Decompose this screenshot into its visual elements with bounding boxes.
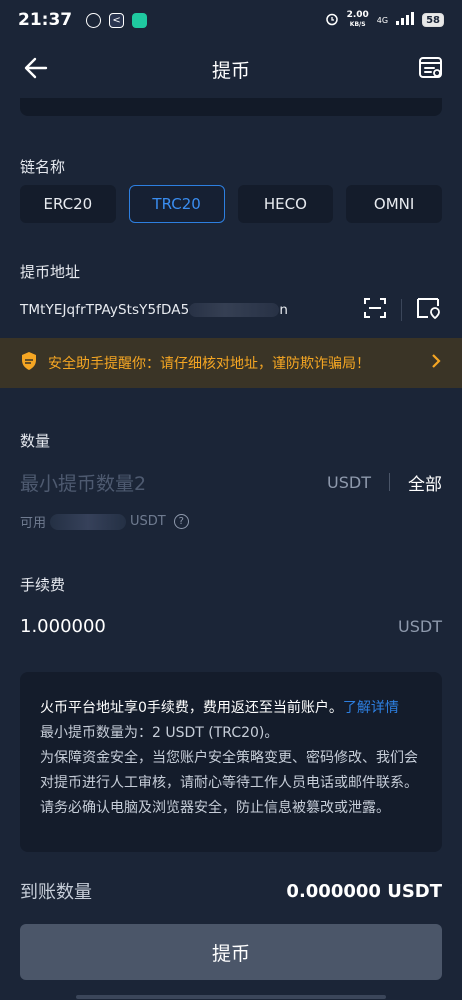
learn-more-link[interactable]: 了解详情 <box>343 700 399 716</box>
address-label: 提币地址 <box>20 263 81 281</box>
status-bar: 21:37 < 2.00 KB/S 4G 58 <box>0 0 462 40</box>
available-unit: USDT <box>130 514 166 529</box>
address-field[interactable]: TMtYEJqfrTPAyStsY5fDA5 n <box>20 295 442 325</box>
amount-label: 数量 <box>20 432 51 450</box>
address-book-icon[interactable] <box>416 296 442 324</box>
chain-option-omni[interactable]: OMNI <box>346 185 442 223</box>
scan-icon[interactable] <box>363 296 387 324</box>
shield-icon <box>20 351 38 375</box>
amount-input[interactable]: 最小提币数量2 USDT 全部 <box>20 466 442 498</box>
battery-level: 58 <box>426 14 440 26</box>
signal-icon <box>396 12 415 28</box>
coin-selector-bottom-edge <box>20 98 442 116</box>
chain-option-erc20[interactable]: ERC20 <box>20 185 116 223</box>
amount-unit: USDT <box>327 472 371 492</box>
chain-option-trc20[interactable]: TRC20 <box>128 185 225 223</box>
address-redaction <box>189 303 280 317</box>
notice-line-1-text: 火币平台地址享0手续费，费用返还至当前账户。 <box>40 700 343 716</box>
signal-label: 4G <box>376 15 389 25</box>
chevron-right-icon <box>430 353 442 374</box>
chain-label: 链名称 <box>20 158 66 176</box>
available-balance: 可用 USDT ? <box>20 512 189 531</box>
divider <box>389 473 390 491</box>
fee-label: 手续费 <box>20 576 66 594</box>
bottom-bar: 到账数量 0.000000 USDT 提币 <box>0 852 462 1000</box>
withdraw-all-button[interactable]: 全部 <box>408 470 442 495</box>
withdraw-button[interactable]: 提币 <box>20 924 442 980</box>
received-label: 到账数量 <box>20 882 92 903</box>
received-value: 0.000000 USDT <box>286 880 442 902</box>
address-tail: n <box>279 302 288 318</box>
received-amount-row: 到账数量 0.000000 USDT <box>20 878 442 904</box>
back-arrow-icon[interactable] <box>22 54 50 82</box>
chat-icon <box>132 12 148 28</box>
address-value: TMtYEJqfrTPAyStsY5fDA5 n <box>20 302 288 318</box>
available-prefix: 可用 <box>20 516 47 531</box>
fee-row: 1.000000 USDT <box>20 612 442 640</box>
net-speed-value: 2.00 <box>346 10 369 20</box>
notice-panel: 火币平台地址享0手续费，费用返还至当前账户。了解详情 最小提币数量为：2 USD… <box>20 672 442 852</box>
divider <box>401 299 402 321</box>
chain-option-heco[interactable]: HECO <box>237 185 334 223</box>
record-icon[interactable] <box>418 55 444 81</box>
warning-text: 安全助手提醒你：请仔细核对地址，谨防欺诈骗局！ <box>48 356 370 372</box>
balance-redaction <box>50 513 127 530</box>
home-indicator <box>76 995 386 999</box>
alarm-icon <box>325 12 339 29</box>
notice-line-4: 请务必确认电脑及浏览器安全，防止信息被篡改或泄露。 <box>40 800 390 816</box>
network-speed: 2.00 KB/S <box>347 11 369 29</box>
fee-value: 1.000000 <box>20 615 106 637</box>
battery-icon: 58 <box>422 13 444 27</box>
address-text: TMtYEJqfrTPAyStsY5fDA5 <box>20 302 190 318</box>
nav-bar: 提币 <box>0 40 462 98</box>
app-icon: < <box>109 12 125 28</box>
fee-unit: USDT <box>398 616 442 636</box>
notification-icon <box>86 12 102 28</box>
security-warning-banner[interactable]: 安全助手提醒你：请仔细核对地址，谨防欺诈骗局！ <box>0 338 462 388</box>
notice-line-3: 为保障资金安全，当您账户安全策略变更、密码修改、我们会对提币进行人工审核，请耐心… <box>40 750 418 791</box>
amount-placeholder: 最小提币数量2 <box>20 472 147 495</box>
notice-line-1: 火币平台地址享0手续费，费用返还至当前账户。了解详情 <box>40 696 422 721</box>
chain-options: ERC20 TRC20 HECO OMNI <box>20 185 442 223</box>
page-title: 提币 <box>211 59 250 82</box>
status-time: 21:37 <box>18 10 73 30</box>
notice-line-2: 最小提币数量为：2 USDT (TRC20)。 <box>40 725 279 741</box>
net-speed-unit: KB/S <box>349 21 366 28</box>
help-icon[interactable]: ? <box>173 514 189 529</box>
